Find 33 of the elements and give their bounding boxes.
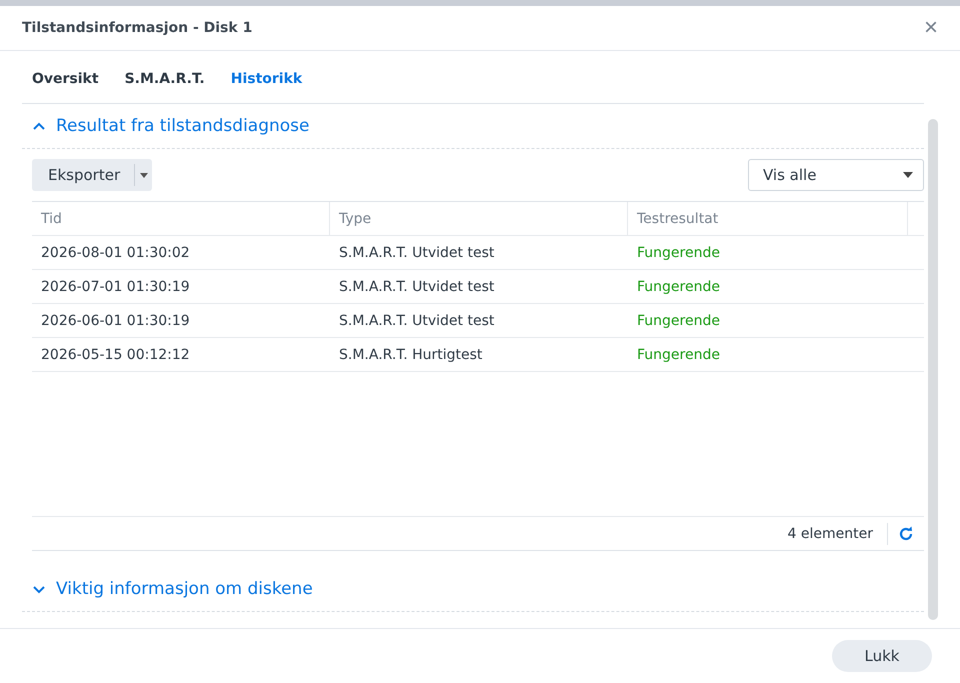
tab[interactable]: Oversikt [32,71,99,87]
table-cell-text: S.M.A.R.T. Utvidet test [338,244,496,262]
caret-down-icon [903,172,913,178]
caret-down-icon [140,172,148,178]
table-cell-text: 2026-05-15 00:12:12 [40,346,191,364]
status-cell-text: Fungerende [636,346,721,364]
close-button[interactable]: × [924,16,938,40]
filter-dropdown[interactable]: Vis alle [748,159,924,191]
scrollbar[interactable] [928,119,938,620]
refresh-icon [898,526,914,542]
table-row[interactable]: 2026-06-01 01:30:19 S.M.A.R.T. Utvidet test Fungerende [32,304,924,338]
table-cell-text: 2026-08-01 01:30:02 [40,244,191,262]
window-title: Tilstandsinformasjon - Disk 1 [22,20,252,36]
section-header[interactable]: Resultat fra tilstandsdiagnose [22,104,924,149]
table-cell-text: 2026-07-01 01:30:19 [40,278,191,296]
close-button[interactable]: Lukk [832,640,932,672]
table-cell-text: S.M.A.R.T. Hurtigtest [338,346,484,364]
column-header[interactable]: Type [330,202,628,235]
status-cell-text: Fungerende [636,312,721,330]
table-row[interactable]: 2026-07-01 01:30:19 S.M.A.R.T. Utvidet test Fungerende [32,270,924,304]
table-cell-text: S.M.A.R.T. Utvidet test [338,278,496,296]
table-row[interactable]: 2026-08-01 01:30:02 S.M.A.R.T. Utvidet test Fungerende [32,236,924,270]
status-cell-text: Fungerende [636,244,721,262]
column-header[interactable]: Testresultat [628,202,908,235]
table-row[interactable]: 2026-05-15 00:12:12 S.M.A.R.T. Hurtigtest Fungerende [32,338,924,372]
table-cell-text: S.M.A.R.T. Utvidet test [338,312,496,330]
tab[interactable]: S.M.A.R.T. [124,71,205,87]
section-header[interactable]: Viktig informasjon om diskene [22,567,924,612]
tab[interactable]: Historikk [230,71,302,87]
status-cell-text: Fungerende [636,278,721,296]
table-cell-text: 2026-06-01 01:30:19 [40,312,191,330]
item-count: 4 elementer [788,522,888,544]
column-header[interactable]: Tid [32,202,330,235]
